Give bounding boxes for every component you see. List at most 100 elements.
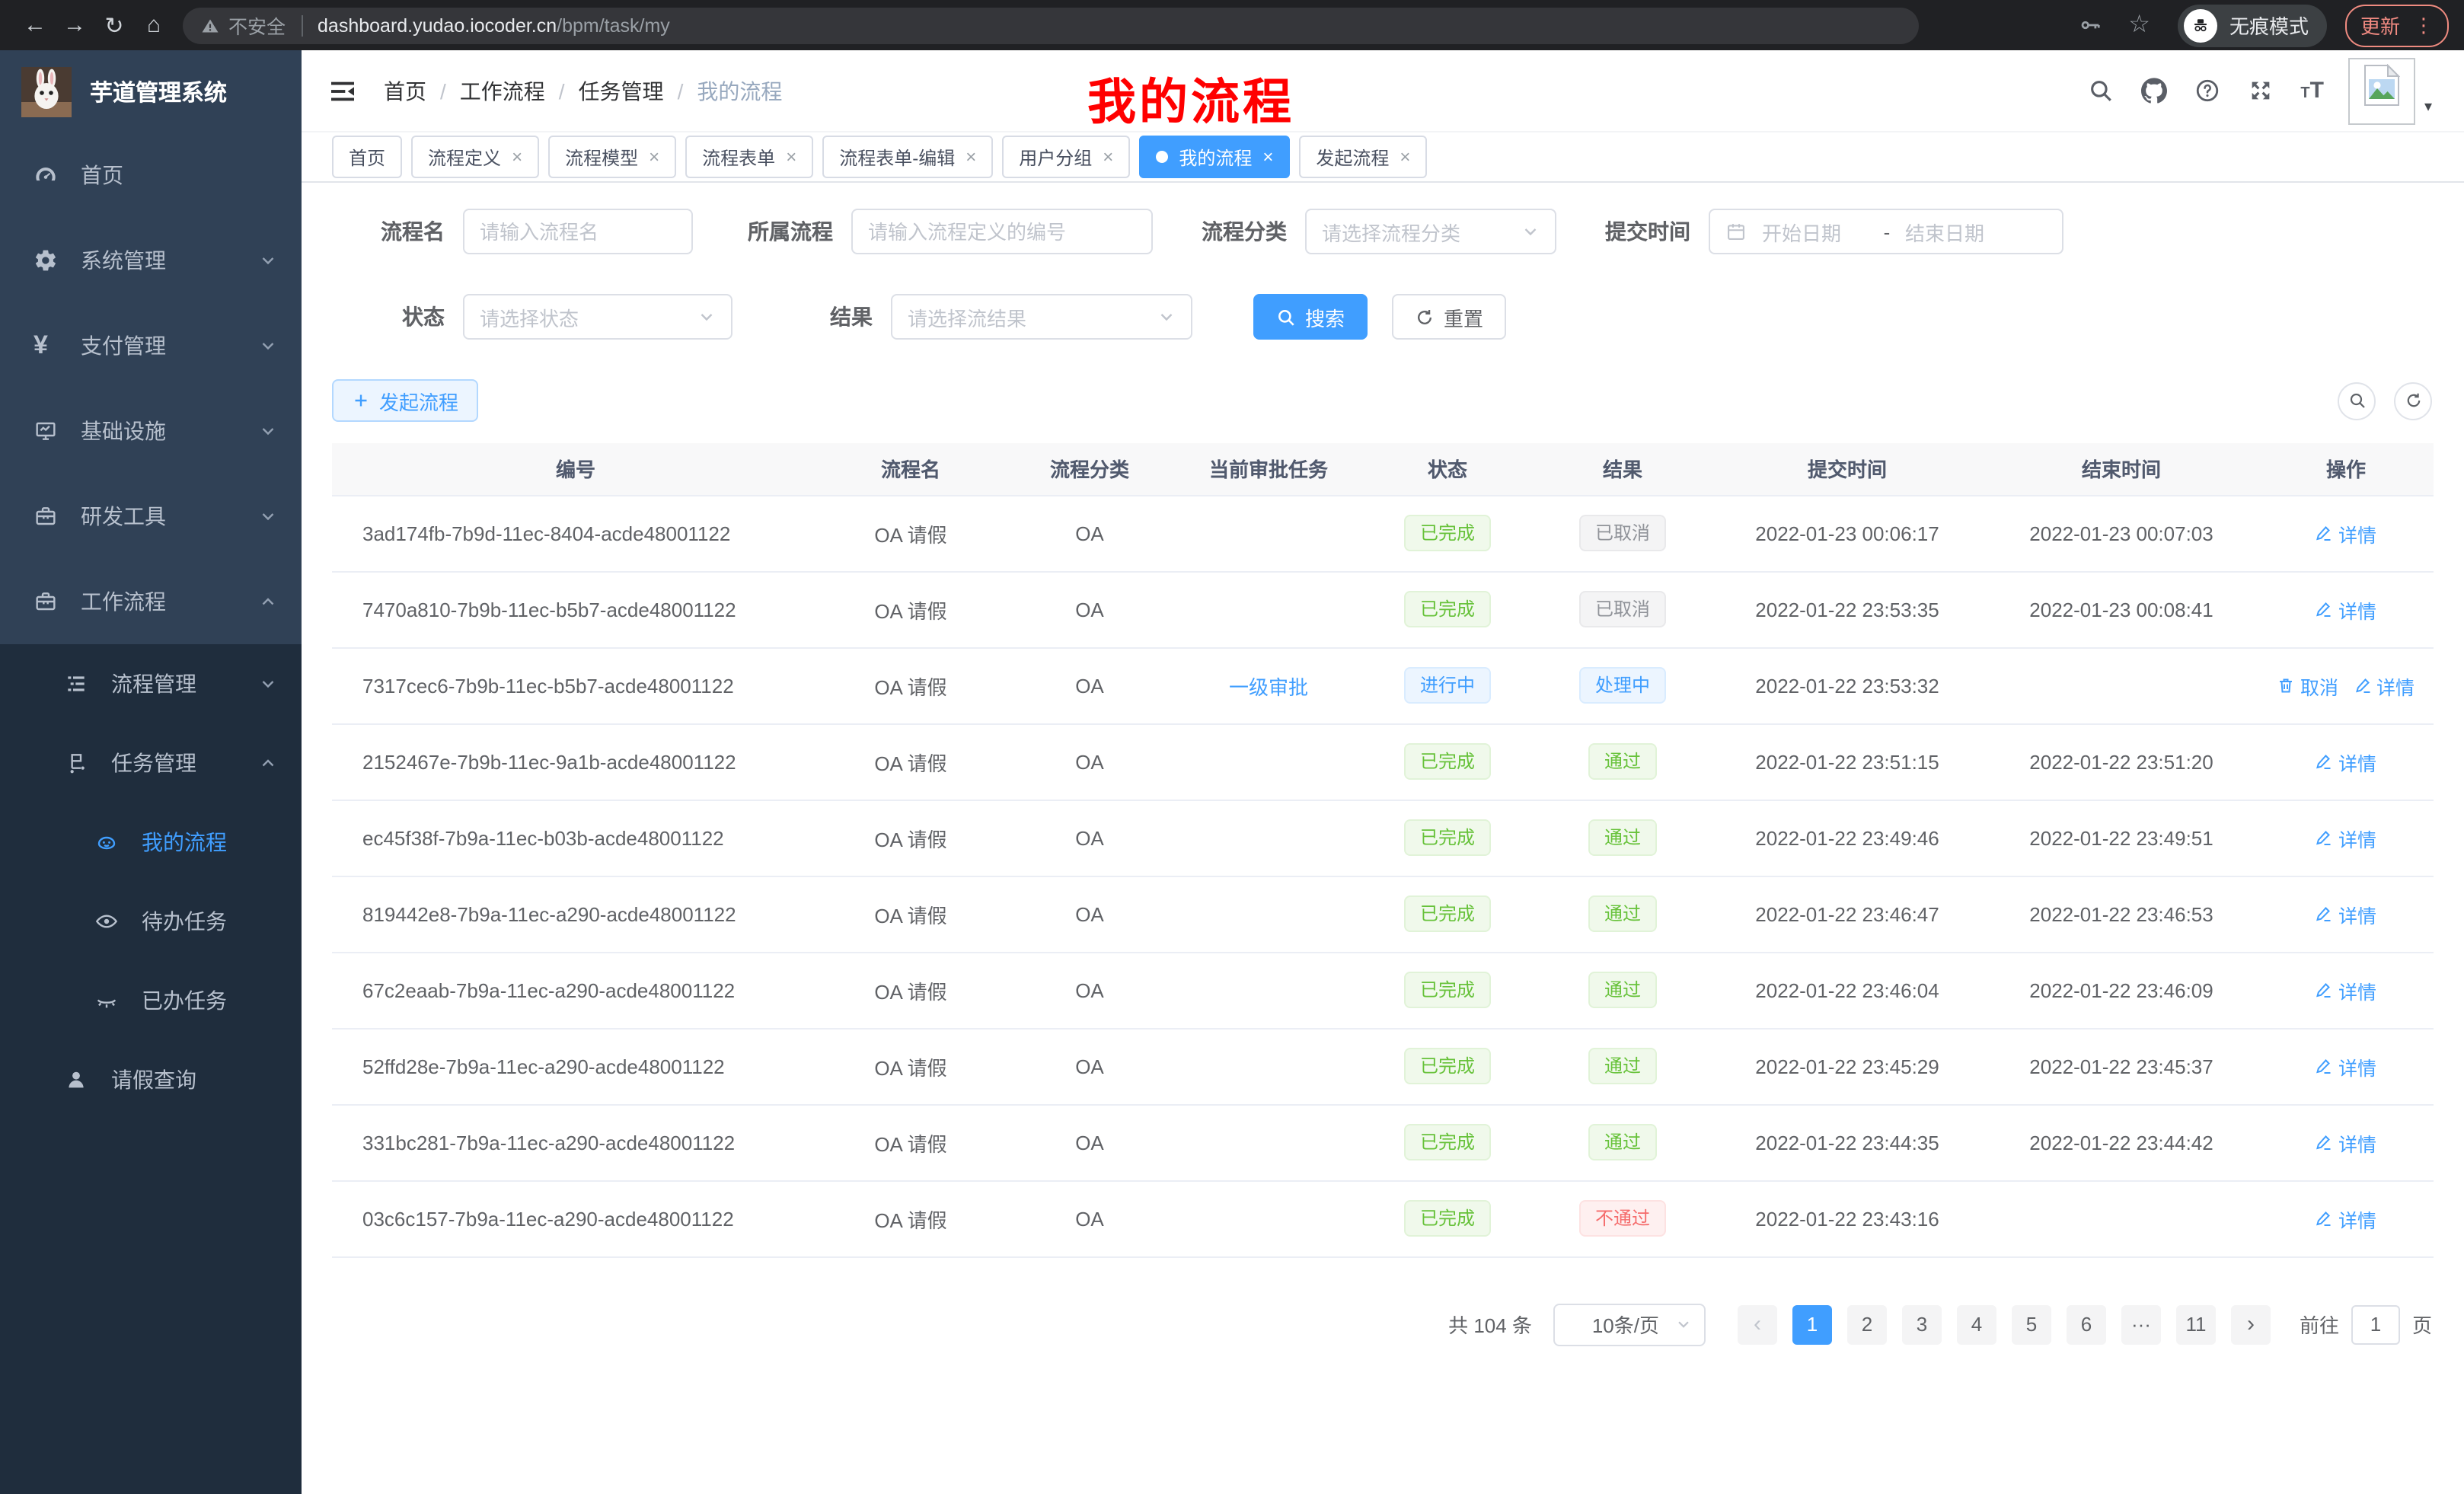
action-label: 详情 xyxy=(2338,1204,2376,1233)
detail-link[interactable]: 详情 xyxy=(2316,747,2376,776)
tab-close-icon[interactable]: × xyxy=(965,146,976,168)
tab-close-icon[interactable]: × xyxy=(649,146,659,168)
table-row: 67c2eaab-7b9a-11ec-a290-acde48001122OA 请… xyxy=(332,952,2434,1028)
sidebar-collapse-icon[interactable] xyxy=(327,75,358,106)
search-icon[interactable] xyxy=(2087,78,2113,104)
detail-link[interactable]: 详情 xyxy=(2354,671,2415,700)
browser-menu-icon[interactable]: ⋮ xyxy=(2414,13,2434,37)
cell-status: 已完成 xyxy=(1360,571,1535,647)
app-logo-row[interactable]: 芋道管理系统 xyxy=(0,50,302,132)
detail-link[interactable]: 详情 xyxy=(2316,1128,2376,1157)
process-category-select[interactable]: 请选择流程分类 xyxy=(1305,209,1556,254)
sidebar-item-dev-tools[interactable]: 研发工具 xyxy=(0,474,302,559)
page-button-6[interactable]: 6 xyxy=(2067,1304,2106,1344)
show-search-button[interactable] xyxy=(2338,381,2376,420)
goto-unit-label: 页 xyxy=(2412,1310,2432,1339)
home-icon[interactable]: ⌂ xyxy=(134,12,174,38)
detail-link[interactable]: 详情 xyxy=(2316,899,2376,928)
app-window: 芋道管理系统 首页系统管理¥支付管理基础设施研发工具工作流程流程管理任务管理我的… xyxy=(0,50,2464,1494)
sidebar-item-system-mgmt[interactable]: 系统管理 xyxy=(0,218,302,303)
sidebar-item-task-mgmt[interactable]: 任务管理 xyxy=(0,723,302,803)
breadcrumb-item[interactable]: 首页 xyxy=(384,75,426,106)
font-size-icon[interactable]: TT xyxy=(2300,78,2324,104)
cancel-link[interactable]: 取消 xyxy=(2277,671,2338,700)
filter-label: 状态 xyxy=(359,302,445,332)
sidebar-item-my-process[interactable]: 我的流程 xyxy=(0,803,302,882)
sidebar-item-infrastructure[interactable]: 基础设施 xyxy=(0,388,302,474)
tab-close-icon[interactable]: × xyxy=(1262,146,1273,168)
column-header: 操作 xyxy=(2258,443,2434,495)
reload-icon[interactable]: ↻ xyxy=(94,11,134,39)
start-process-button[interactable]: 发起流程 xyxy=(332,379,478,422)
result-select[interactable]: 请选择流结果 xyxy=(891,294,1192,340)
sidebar-item-todo-tasks[interactable]: 待办任务 xyxy=(0,882,302,961)
page-button-1[interactable]: 1 xyxy=(1792,1304,1832,1344)
reset-button[interactable]: 重置 xyxy=(1392,294,1506,340)
tab-start-process[interactable]: 发起流程× xyxy=(1299,136,1427,178)
browser-update-button[interactable]: 更新 ⋮ xyxy=(2345,4,2449,46)
submit-time-daterange[interactable]: 开始日期-结束日期 xyxy=(1709,209,2063,254)
sidebar-item-done-tasks[interactable]: 已办任务 xyxy=(0,961,302,1040)
tab-close-icon[interactable]: × xyxy=(512,146,522,168)
next-page-button[interactable]: › xyxy=(2231,1304,2271,1344)
goto-page-input[interactable] xyxy=(2351,1304,2400,1344)
sidebar-item-home[interactable]: 首页 xyxy=(0,132,302,218)
user-avatar[interactable] xyxy=(2348,57,2415,124)
tab-process-model[interactable]: 流程模型× xyxy=(548,136,676,178)
tab-home[interactable]: 首页 xyxy=(332,136,402,178)
fullscreen-icon[interactable] xyxy=(2247,78,2273,104)
avatar-caret-icon[interactable]: ▾ xyxy=(2424,98,2432,115)
page-button-3[interactable]: 3 xyxy=(1902,1304,1942,1344)
help-icon[interactable] xyxy=(2194,78,2220,104)
cell-process-name: OA 请假 xyxy=(819,571,1002,647)
tab-process-form-edit[interactable]: 流程表单-编辑× xyxy=(822,136,993,178)
sidebar-item-leave-query[interactable]: 请假查询 xyxy=(0,1040,302,1119)
github-icon[interactable] xyxy=(2140,78,2166,104)
table-row: 2152467e-7b9b-11ec-9a1b-acde48001122OA 请… xyxy=(332,723,2434,800)
sidebar-item-process-mgmt[interactable]: 流程管理 xyxy=(0,644,302,723)
page-button-11[interactable]: 11 xyxy=(2176,1304,2216,1344)
detail-link[interactable]: 详情 xyxy=(2316,1204,2376,1233)
sidebar-item-workflow[interactable]: 工作流程 xyxy=(0,559,302,644)
detail-link[interactable]: 详情 xyxy=(2316,595,2376,624)
page-ellipsis[interactable]: ··· xyxy=(2121,1304,2161,1344)
page-button-5[interactable]: 5 xyxy=(2012,1304,2051,1344)
process-name-input[interactable] xyxy=(463,209,693,254)
page-button-2[interactable]: 2 xyxy=(1847,1304,1887,1344)
tab-close-icon[interactable]: × xyxy=(786,146,796,168)
tab-close-icon[interactable]: × xyxy=(1400,146,1410,168)
forward-icon[interactable]: → xyxy=(55,12,94,38)
detail-link[interactable]: 详情 xyxy=(2316,823,2376,852)
detail-link[interactable]: 详情 xyxy=(2316,519,2376,547)
prev-page-button[interactable]: ‹ xyxy=(1738,1304,1777,1344)
cell-actions: 详情 xyxy=(2258,876,2434,952)
key-icon[interactable] xyxy=(2078,14,2101,37)
detail-link[interactable]: 详情 xyxy=(2316,975,2376,1004)
tab-user-group[interactable]: 用户分组× xyxy=(1002,136,1130,178)
status-select[interactable]: 请选择状态 xyxy=(463,294,732,340)
tab-my-process[interactable]: 我的流程× xyxy=(1139,136,1290,178)
result-badge: 通过 xyxy=(1589,1124,1656,1160)
bookmark-star-icon[interactable]: ☆ xyxy=(2128,13,2150,37)
parent-process-input[interactable] xyxy=(851,209,1153,254)
refresh-button[interactable] xyxy=(2394,381,2432,420)
breadcrumb-item[interactable]: 任务管理 xyxy=(579,75,664,106)
cell-end-time xyxy=(1984,647,2258,723)
cell-process-name: OA 请假 xyxy=(819,800,1002,876)
chevron-down-icon xyxy=(259,422,277,440)
back-icon[interactable]: ← xyxy=(15,12,55,38)
current-task-link[interactable]: 一级审批 xyxy=(1229,675,1308,698)
breadcrumb-item[interactable]: 工作流程 xyxy=(460,75,545,106)
cell-end-time: 2022-01-22 23:49:51 xyxy=(1984,800,2258,876)
detail-link[interactable]: 详情 xyxy=(2316,1052,2376,1081)
sidebar-item-payment-mgmt[interactable]: ¥支付管理 xyxy=(0,303,302,388)
chevron-down-icon xyxy=(259,251,277,270)
tab-process-definition[interactable]: 流程定义× xyxy=(411,136,539,178)
tab-close-icon[interactable]: × xyxy=(1103,146,1113,168)
page-size-select[interactable]: 10条/页 xyxy=(1553,1303,1706,1346)
url-bar[interactable]: 不安全 dashboard.yudao.iocoder.cn/bpm/task/… xyxy=(183,7,1919,43)
page-button-4[interactable]: 4 xyxy=(1957,1304,1996,1344)
search-button[interactable]: 搜索 xyxy=(1253,294,1368,340)
tab-process-form[interactable]: 流程表单× xyxy=(685,136,813,178)
action-label: 取消 xyxy=(2300,671,2338,700)
